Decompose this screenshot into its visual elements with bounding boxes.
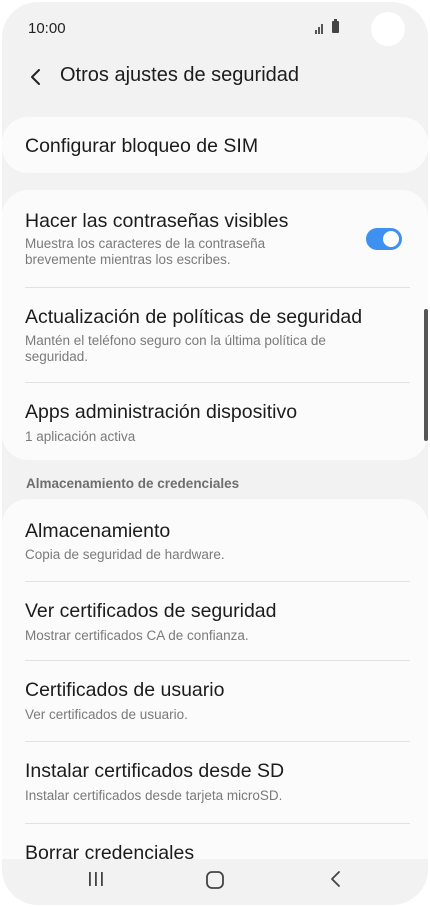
user-certificates-title: Certificados de usuario — [25, 679, 225, 701]
signal-icon — [315, 22, 323, 34]
security-policy-update-item[interactable]: Actualización de políticas de seguridad … — [2, 288, 428, 382]
toggle-knob — [381, 229, 401, 249]
battery-icon — [332, 19, 339, 33]
chevron-left-icon[interactable] — [24, 65, 48, 89]
visible-passwords-toggle[interactable] — [366, 228, 402, 250]
app-header: Otros ajustes de seguridad — [2, 57, 428, 97]
security-policy-subtitle: Mantén el teléfono seguro con la última … — [25, 333, 326, 364]
scrollbar[interactable] — [424, 309, 428, 441]
credentials-card: Almacenamiento Copia de seguridad de har… — [2, 499, 428, 864]
visible-passwords-item[interactable]: Hacer las contraseñas visibles Muestra l… — [2, 190, 428, 286]
device-admin-apps-item[interactable]: Apps administración dispositivo 1 aplica… — [2, 383, 428, 460]
recents-icon[interactable] — [86, 869, 106, 889]
user-certificates-subtitle: Ver certificados de usuario. — [25, 707, 188, 722]
visible-passwords-subtitle: Muestra los caracteres de la contraseña … — [25, 236, 266, 267]
security-options-card: Hacer las contraseñas visibles Muestra l… — [2, 190, 428, 460]
storage-subtitle: Copia de seguridad de hardware. — [25, 547, 225, 562]
storage-item[interactable]: Almacenamiento Copia de seguridad de har… — [2, 499, 428, 581]
camera-cutout — [371, 12, 405, 46]
status-bar: 10:00 — [2, 2, 428, 58]
install-certificates-subtitle: Instalar certificados desde tarjeta micr… — [25, 788, 283, 803]
security-policy-title: Actualización de políticas de seguridad — [25, 306, 363, 328]
navigation-bar — [2, 859, 428, 905]
sim-lock-title: Configurar bloqueo de SIM — [25, 135, 259, 157]
phone-screen: 10:00 Otros ajustes de seguridad Configu… — [2, 2, 428, 905]
view-security-certificates-item[interactable]: Ver certificados de seguridad Mostrar ce… — [2, 582, 428, 660]
device-admin-subtitle: 1 aplicación activa — [25, 429, 136, 444]
home-icon[interactable] — [204, 869, 226, 891]
back-icon[interactable] — [326, 869, 346, 889]
install-certificates-sd-item[interactable]: Instalar certificados desde SD Instalar … — [2, 742, 428, 823]
install-certificates-title: Instalar certificados desde SD — [25, 760, 285, 782]
visible-passwords-title: Hacer las contraseñas visibles — [25, 210, 289, 232]
clear-credentials-item[interactable]: Borrar credenciales — [2, 824, 428, 864]
device-admin-title: Apps administración dispositivo — [25, 401, 298, 423]
page-title: Otros ajustes de seguridad — [60, 64, 300, 86]
status-time: 10:00 — [28, 20, 66, 37]
user-certificates-item[interactable]: Certificados de usuario Ver certificados… — [2, 661, 428, 741]
sim-lock-card: Configurar bloqueo de SIM — [2, 117, 428, 173]
view-certificates-title: Ver certificados de seguridad — [25, 600, 277, 622]
credentials-section-header: Almacenamiento de credenciales — [26, 476, 240, 491]
view-certificates-subtitle: Mostrar certificados CA de confianza. — [25, 628, 249, 643]
storage-title: Almacenamiento — [25, 520, 171, 542]
sim-lock-item[interactable]: Configurar bloqueo de SIM — [2, 117, 428, 173]
